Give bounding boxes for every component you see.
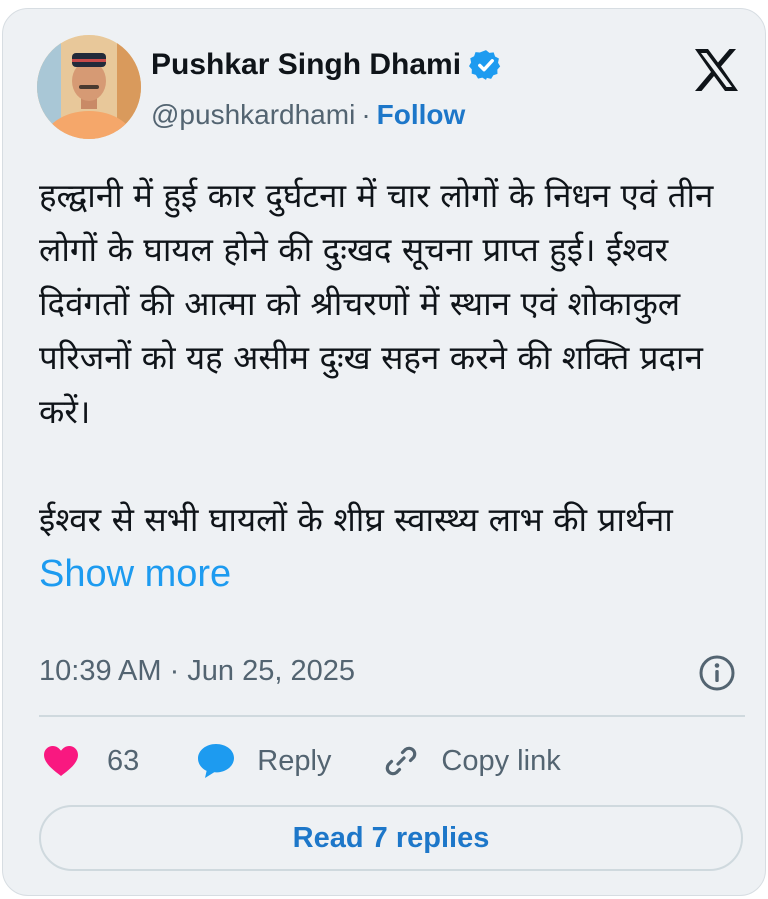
verified-badge-icon	[469, 48, 503, 82]
author-avatar[interactable]	[37, 35, 141, 139]
reply-bubble-icon	[198, 744, 235, 778]
author-handle-row: @pushkardhami · Follow	[151, 97, 465, 133]
reply-label: Reply	[257, 744, 332, 777]
reply-button[interactable]: Reply	[197, 743, 331, 779]
divider	[39, 715, 745, 717]
read-replies-button[interactable]: Read 7 replies	[39, 805, 743, 871]
tweet-paragraph-2-text: ईश्वर से सभी घायलों के शीघ्र स्वास्थ्य ल…	[39, 500, 673, 539]
tweet-card: Pushkar Singh Dhami @pushkardhami · Follow…	[2, 8, 766, 896]
follow-button[interactable]: Follow	[377, 99, 466, 130]
like-count: 63	[107, 744, 140, 777]
show-more-link[interactable]: Show more	[39, 553, 231, 595]
author-name-row: Pushkar Singh Dhami	[151, 47, 503, 83]
tweet-timestamp[interactable]: 10:39 AM · Jun 25, 2025	[39, 653, 355, 689]
like-button[interactable]: 63	[43, 745, 139, 778]
x-logo-icon[interactable]	[691, 45, 741, 95]
author-handle[interactable]: @pushkardhami	[151, 99, 355, 130]
separator-dot: ·	[361, 99, 371, 130]
tweet-paragraph-1: हल्द्वानी में हुई कार दुर्घटना में चार ल…	[39, 176, 714, 431]
tweet-paragraph-2: ईश्वर से सभी घायलों के शीघ्र स्वास्थ्य ल…	[39, 493, 739, 602]
copy-link-button[interactable]: Copy link	[383, 743, 561, 779]
link-icon	[386, 746, 417, 776]
author-name[interactable]: Pushkar Singh Dhami	[151, 47, 461, 83]
avatar-image	[37, 35, 141, 139]
copy-link-label: Copy link	[441, 744, 561, 777]
action-bar: 63 Reply Copy link	[43, 737, 561, 785]
heart-icon	[44, 746, 78, 776]
info-icon[interactable]	[697, 653, 737, 693]
tweet-text: हल्द्वानी में हुई कार दुर्घटना में चार ल…	[39, 169, 739, 602]
